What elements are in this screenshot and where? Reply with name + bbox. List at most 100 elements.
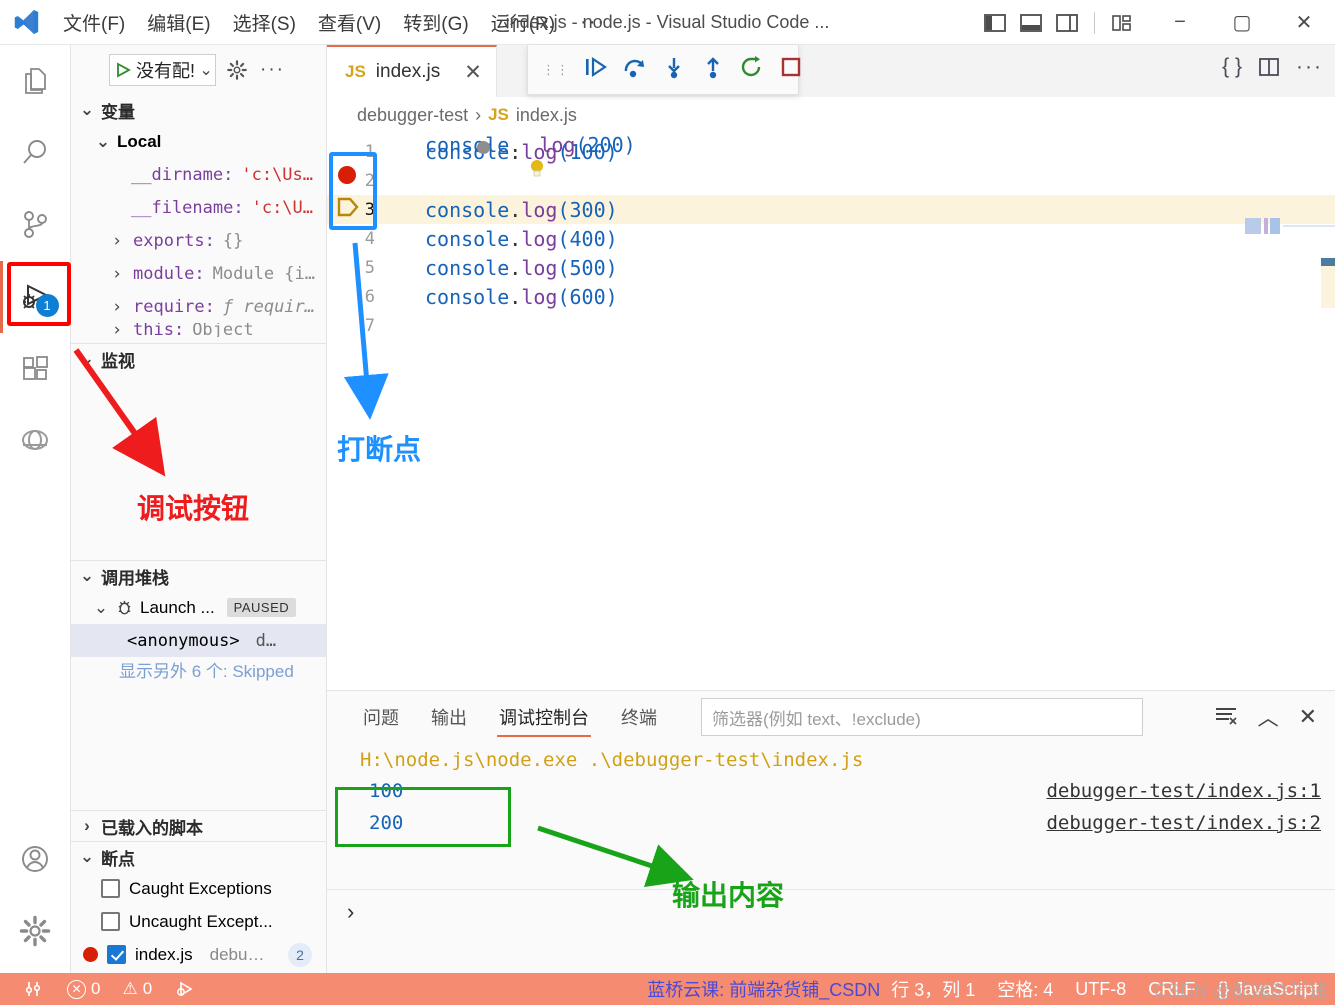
filter-input[interactable]: 筛选器(例如 text、!exclude) — [701, 698, 1143, 736]
panel-right-icon[interactable] — [1054, 10, 1080, 36]
lightbulb-icon[interactable] — [382, 134, 547, 209]
remote-indicator-icon[interactable] — [14, 979, 56, 999]
status-errors[interactable]: ✕ 0 — [56, 979, 111, 999]
chevron-right-icon[interactable]: › — [109, 231, 125, 251]
variable-row[interactable]: › require: ƒ requir… — [71, 290, 326, 323]
close-panel-icon[interactable]: ✕ — [1299, 704, 1317, 730]
step-out-button[interactable] — [700, 55, 726, 84]
tab-index-js[interactable]: JS index.js ✕ — [327, 45, 497, 97]
variables-section-header[interactable]: ⌄ 变量 — [71, 95, 326, 125]
sidebar-item-extensions[interactable] — [0, 333, 71, 405]
chevron-right-icon[interactable]: › — [109, 297, 125, 317]
variable-row[interactable]: › module: Module {i… — [71, 257, 326, 290]
status-warnings[interactable]: ⚠ 0 — [111, 979, 163, 999]
menu-run[interactable]: 运行(R) — [480, 5, 566, 40]
inline-breakpoint-icon[interactable] — [477, 140, 490, 154]
clear-console-icon[interactable] — [1214, 705, 1238, 730]
menu-go[interactable]: 转到(G) — [392, 5, 479, 40]
tab-terminal[interactable]: 终端 — [605, 691, 673, 743]
sidebar-item-accounts[interactable] — [0, 823, 71, 895]
menu-more[interactable]: ··· — [566, 7, 620, 38]
filter-placeholder: 筛选器(例如 text、!exclude) — [712, 709, 921, 729]
variable-row[interactable]: › this: Object — [71, 323, 326, 337]
split-editor-icon[interactable] — [1258, 57, 1280, 77]
checkbox[interactable] — [101, 912, 120, 931]
eol-mode[interactable]: CRLF — [1137, 979, 1206, 1000]
console-source-link[interactable]: debugger-test/index.js:1 — [1046, 780, 1335, 802]
panel-bottom-icon[interactable] — [1018, 10, 1044, 36]
step-over-button[interactable] — [622, 55, 648, 84]
tab-debug-console[interactable]: 调试控制台 — [483, 691, 605, 743]
close-icon[interactable]: ✕ — [464, 60, 482, 85]
go-live-button[interactable]: ((•)) Go Live — [1329, 979, 1335, 1000]
checkbox[interactable] — [101, 879, 120, 898]
sidebar-item-run-and-debug[interactable]: 1 — [0, 261, 71, 333]
variables-scope-local[interactable]: ⌄ Local — [71, 125, 326, 158]
debug-console-output[interactable]: H:\node.js\node.exe .\debugger-test\inde… — [327, 743, 1335, 933]
watch-section-header[interactable]: ⌄ 监视 — [71, 344, 326, 374]
variable-row[interactable]: __filename: 'c:\U… — [71, 191, 326, 224]
debug-more-actions[interactable]: ··· — [258, 59, 285, 81]
menu-file[interactable]: 文件(F) — [52, 5, 136, 40]
breakpoint-item-indexjs[interactable]: index.js debu… 2 — [71, 938, 326, 971]
checkbox[interactable] — [107, 945, 126, 964]
grip-icon[interactable]: ⋮⋮ — [542, 63, 570, 76]
debug-status-icon[interactable] — [163, 979, 207, 999]
close-button[interactable]: ✕ — [1273, 0, 1335, 45]
language-mode[interactable]: {} JavaScript — [1206, 979, 1329, 1000]
maximize-button[interactable]: ▢ — [1211, 0, 1273, 45]
customize-layout-icon[interactable] — [1109, 10, 1135, 36]
sidebar-item-search[interactable] — [0, 117, 71, 189]
code-arg: 500 — [569, 255, 606, 280]
sidebar-item-remote[interactable] — [0, 405, 71, 477]
sidebar-item-source-control[interactable] — [0, 189, 71, 261]
minimize-button[interactable]: − — [1149, 0, 1211, 45]
sidebar-item-settings[interactable] — [0, 895, 71, 967]
code-line[interactable]: 7 — [327, 311, 1335, 340]
minimap[interactable] — [1201, 216, 1335, 246]
menu-view[interactable]: 查看(V) — [307, 5, 392, 40]
menu-selection[interactable]: 选择(S) — [222, 5, 307, 40]
continue-button[interactable] — [583, 55, 609, 84]
show-skipped-frames-link[interactable]: 显示另外 6 个: Skipped — [71, 657, 326, 682]
menu-edit[interactable]: 编辑(E) — [136, 5, 221, 40]
chevron-right-icon[interactable]: › — [109, 264, 125, 284]
encoding[interactable]: UTF-8 — [1064, 979, 1137, 1000]
debug-floating-toolbar[interactable]: ⋮⋮ — [527, 45, 801, 95]
launch-configuration-select[interactable]: 没有配! ⌄ — [109, 54, 217, 86]
breakpoint-item-caught-exceptions[interactable]: Caught Exceptions — [71, 872, 326, 905]
code-line[interactable]: 5 console.log(500) — [327, 253, 1335, 282]
chevron-down-icon[interactable]: ⌄ — [197, 60, 215, 80]
code-line[interactable]: 6 console.log(600) — [327, 282, 1335, 311]
indentation[interactable]: 空格: 4 — [986, 976, 1064, 1002]
breakpoint-marker-icon[interactable] — [338, 166, 356, 184]
step-into-button[interactable] — [661, 55, 687, 84]
start-debugging-icon[interactable] — [110, 61, 136, 79]
callstack-frame[interactable]: <anonymous> d… — [71, 624, 326, 657]
restart-button[interactable] — [739, 55, 765, 84]
variable-row[interactable]: __dirname: 'c:\Us… — [71, 158, 326, 191]
variable-row[interactable]: › exports: {} — [71, 224, 326, 257]
callstack-session[interactable]: ⌄ Launch ... PAUSED — [71, 591, 326, 624]
debug-settings-gear-icon[interactable] — [222, 59, 252, 81]
console-source-link[interactable]: debugger-test/index.js:2 — [1046, 812, 1335, 834]
loaded-scripts-section-header[interactable]: › 已载入的脚本 — [71, 811, 326, 841]
code-line[interactable]: 2 console. log(200) — [327, 133, 1335, 195]
breakpoint-item-uncaught-exceptions[interactable]: Uncaught Except... — [71, 905, 326, 938]
tab-output[interactable]: 输出 — [415, 691, 483, 743]
panel-left-icon[interactable] — [982, 10, 1008, 36]
cursor-position[interactable]: 行 3，列 1 — [880, 976, 986, 1002]
tab-problems[interactable]: 问题 — [347, 691, 415, 743]
debug-console-input[interactable]: › — [327, 889, 1335, 933]
breadcrumb-file[interactable]: index.js — [516, 105, 577, 126]
code-editor[interactable]: 1 console.log(100) 2 console. log(200) 3 … — [327, 133, 1335, 673]
sidebar-item-explorer[interactable] — [0, 45, 71, 117]
more-actions-icon[interactable]: ··· — [1296, 55, 1323, 79]
callstack-section-header[interactable]: ⌄ 调用堆栈 — [71, 561, 326, 591]
stop-button[interactable] — [778, 55, 804, 84]
chevron-right-icon[interactable]: › — [109, 323, 125, 337]
collapse-panel-icon[interactable]: ︿ — [1258, 702, 1279, 732]
breakpoints-section-header[interactable]: ⌄ 断点 — [71, 842, 326, 872]
brackets-icon[interactable]: { } — [1222, 55, 1242, 79]
breadcrumb-folder[interactable]: debugger-test — [357, 105, 468, 126]
